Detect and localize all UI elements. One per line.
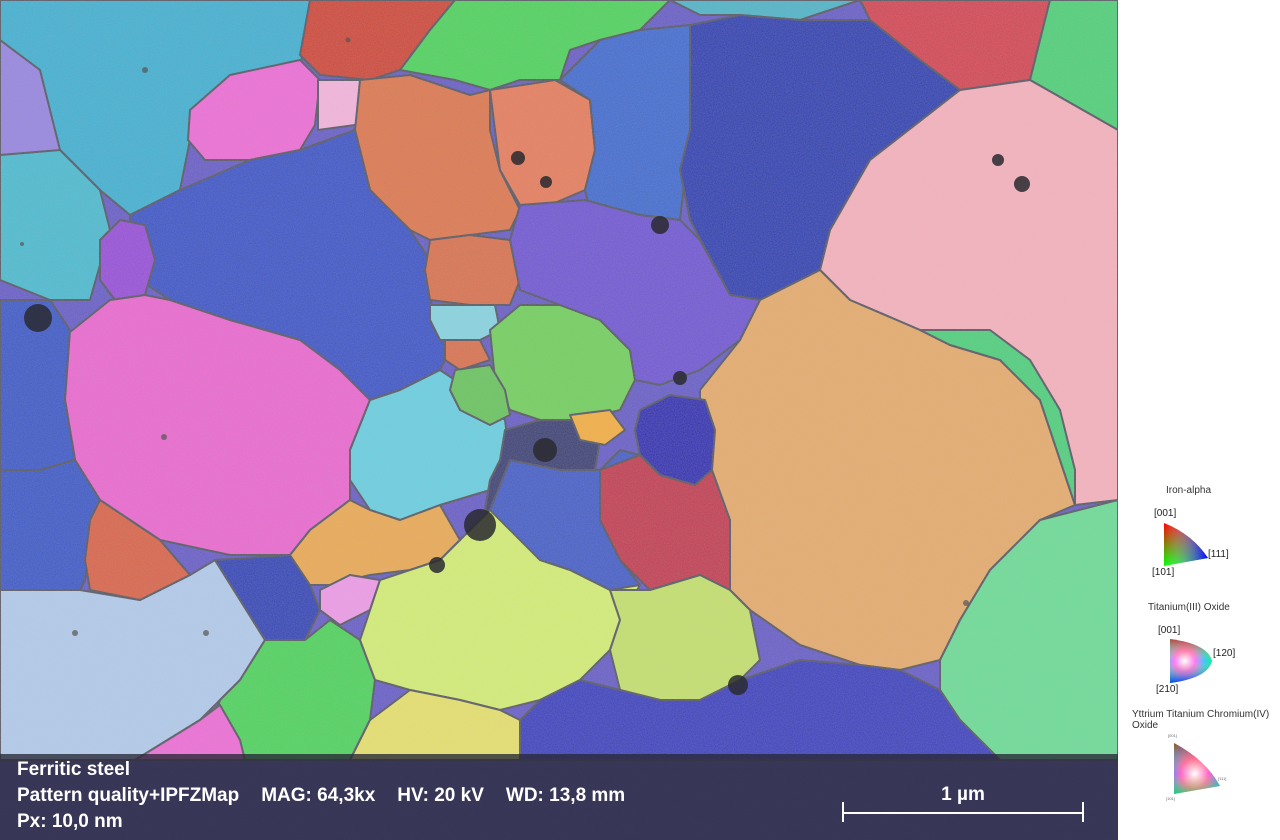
working-distance-label: WD: 13,8 mm (505, 785, 626, 806)
phase-title-yttrium-oxide: Yttrium Titanium Chromium(IV) Oxide (1132, 709, 1270, 731)
ipf-key-yttrium-oxide (1174, 743, 1220, 794)
scale-bar: 1 µm (842, 784, 1084, 824)
iron-dir-001: [001] (1154, 508, 1177, 519)
iron-dir-101: [101] (1152, 567, 1175, 578)
ipf-legend: Iron-alpha [001] [111] [101] Titanium(II… (1118, 0, 1280, 840)
y-dir-101: [101] (1166, 796, 1175, 801)
phase-title-iron-alpha: Iron-alpha (1166, 485, 1212, 496)
ti-dir-120: [120] (1213, 648, 1236, 659)
ti-dir-210: [210] (1156, 684, 1179, 695)
pixel-size-label: Px: 10,0 nm (17, 811, 123, 832)
voltage-label: HV: 20 kV (397, 785, 484, 806)
grain-map (0, 0, 1118, 840)
ti-dir-001: [001] (1158, 625, 1181, 636)
sample-name: Ferritic steel (17, 759, 130, 780)
iron-dir-111: [111] (1208, 549, 1229, 560)
scale-bar-label: 1 µm (941, 784, 985, 805)
y-dir-001: [001] (1168, 733, 1177, 738)
info-bar: Ferritic steel Pattern quality+IPFZMap MA… (0, 754, 1118, 840)
y-dir-111: [111] (1218, 776, 1227, 781)
mode-label: Pattern quality+IPFZMap (17, 785, 240, 806)
acquisition-params: Pattern quality+IPFZMap MAG: 64,3kx HV: 20… (17, 785, 625, 807)
magnification-label: MAG: 64,3kx (261, 785, 376, 806)
ipf-key-titanium-oxide (1170, 639, 1212, 683)
ipf-key-iron-alpha (1164, 523, 1208, 566)
phase-title-titanium-oxide: Titanium(III) Oxide (1148, 602, 1230, 613)
ipf-map: Ferritic steel Pattern quality+IPFZMap MA… (0, 0, 1118, 840)
